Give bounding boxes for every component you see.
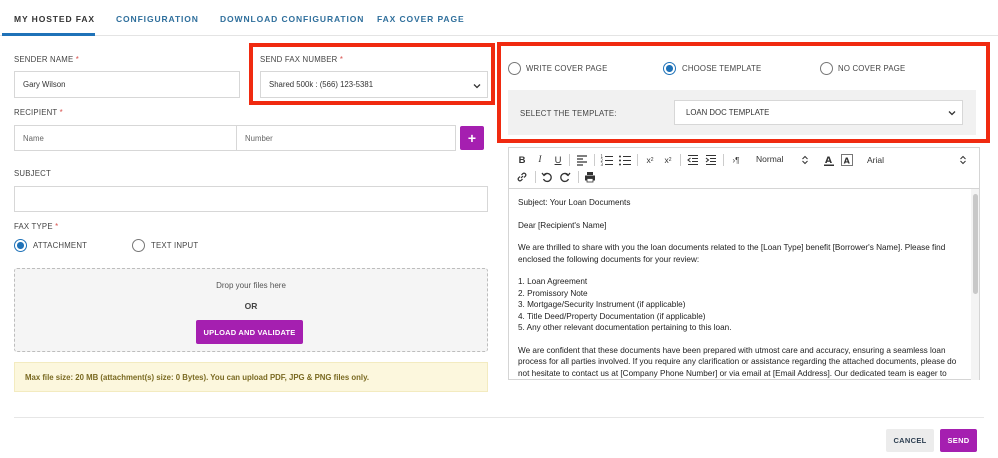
editor-toolbar: B I U 123 x2 x2 ›¶ Normal A A Arial — [509, 148, 979, 189]
attachment-radio-label: ATTACHMENT — [33, 241, 88, 250]
recipient-name-input[interactable]: Name — [14, 125, 237, 151]
toolbar-divider — [578, 171, 579, 183]
font-select[interactable]: Arial — [867, 155, 884, 165]
format-select-value: Normal — [756, 154, 784, 164]
toolbar-divider — [723, 154, 724, 166]
align-left-icon[interactable] — [575, 153, 589, 167]
active-tab-indicator — [2, 33, 95, 36]
outdent-icon[interactable] — [686, 153, 700, 167]
recipient-label: RECIPIENT * — [14, 108, 63, 117]
dropzone-or: OR — [244, 301, 258, 311]
letter-paragraph-2: We are confident that these documents ha… — [518, 345, 957, 378]
editor-scrollbar[interactable] — [971, 189, 979, 380]
letter-subject: Subject: Your Loan Documents — [518, 198, 631, 207]
svg-text:3: 3 — [601, 162, 604, 167]
toolbar-divider — [535, 171, 536, 183]
subscript-icon[interactable]: x2 — [643, 153, 657, 167]
font-select-arrows-icon — [960, 155, 966, 165]
italic-icon[interactable]: I — [533, 153, 547, 167]
ordered-list-icon[interactable]: 123 — [600, 153, 614, 167]
format-select-arrows-icon — [802, 155, 808, 165]
fax-type-label: FAX TYPE * — [14, 222, 59, 231]
font-select-value: Arial — [867, 155, 885, 165]
dropzone-text: Drop your files here — [216, 281, 286, 290]
highlight-box-cover-options — [497, 42, 990, 143]
toolbar-divider — [594, 154, 595, 166]
text-input-radio-label: TEXT INPUT — [151, 241, 199, 250]
list-item: 3. Mortgage/Security Instrument (if appl… — [518, 300, 686, 309]
underline-icon[interactable]: U — [551, 153, 565, 167]
toolbar-divider — [637, 154, 638, 166]
format-select[interactable]: Normal — [756, 154, 783, 164]
document-list: 1. Loan Agreement 2. Promissory Note 3. … — [518, 276, 962, 334]
superscript-icon[interactable]: x2 — [661, 153, 675, 167]
print-icon[interactable] — [583, 170, 597, 184]
background-color-icon[interactable]: A — [840, 153, 854, 167]
subject-label: SUBJECT — [14, 169, 51, 178]
recipient-number-input[interactable]: Number — [236, 125, 456, 151]
tab-bar: MY HOSTED FAX CONFIGURATION DOWNLOAD CON… — [0, 0, 998, 36]
indent-icon[interactable] — [704, 153, 718, 167]
rich-text-editor: B I U 123 x2 x2 ›¶ Normal A A Arial Subj — [508, 147, 980, 380]
list-item: 5. Any other relevant documentation pert… — [518, 323, 732, 332]
tab-configuration[interactable]: CONFIGURATION — [116, 14, 199, 24]
attachment-radio[interactable] — [14, 239, 27, 252]
undo-icon[interactable] — [540, 170, 554, 184]
file-dropzone[interactable]: Drop your files here OR UPLOAD AND VALID… — [14, 268, 488, 352]
subject-input[interactable] — [14, 186, 488, 212]
text-input-radio[interactable] — [132, 239, 145, 252]
svg-text:A: A — [844, 157, 851, 166]
toolbar-divider — [680, 154, 681, 166]
link-icon[interactable] — [515, 170, 529, 184]
upload-and-validate-button[interactable]: UPLOAD AND VALIDATE — [196, 320, 303, 344]
redo-icon[interactable] — [558, 170, 572, 184]
text-direction-icon[interactable]: ›¶ — [728, 153, 744, 167]
list-item: 2. Promissory Note — [518, 288, 588, 298]
toolbar-divider — [569, 154, 570, 166]
add-recipient-button[interactable]: + — [460, 126, 484, 150]
list-item: 4. Title Deed/Property Documentation (if… — [518, 311, 706, 321]
highlight-box-fax-number — [249, 43, 495, 105]
editor-scroll-thumb[interactable] — [973, 194, 978, 294]
tab-download-configuration[interactable]: DOWNLOAD CONFIGURATION — [220, 14, 364, 24]
send-button[interactable]: SEND — [940, 429, 977, 452]
bold-icon[interactable]: B — [515, 153, 529, 167]
font-color-icon[interactable]: A — [822, 153, 836, 167]
letter-greeting: Dear [Recipient's Name] — [518, 220, 607, 230]
file-size-notice: Max file size: 20 MB (attachment(s) size… — [14, 362, 488, 392]
letter-paragraph-1: We are thrilled to share with you the lo… — [518, 243, 946, 264]
cancel-button[interactable]: CANCEL — [886, 429, 934, 452]
footer-divider — [14, 417, 984, 418]
list-item: 1. Loan Agreement — [518, 277, 588, 286]
sender-name-label: SENDER NAME * — [14, 55, 79, 64]
sender-name-input[interactable]: Gary Wilson — [14, 71, 240, 98]
editor-content[interactable]: Subject: Your Loan Documents Dear [Recip… — [509, 189, 971, 379]
tab-my-hosted-fax[interactable]: MY HOSTED FAX — [14, 14, 95, 24]
tab-fax-cover-page[interactable]: FAX COVER PAGE — [377, 14, 465, 24]
bullet-list-icon[interactable] — [618, 153, 632, 167]
